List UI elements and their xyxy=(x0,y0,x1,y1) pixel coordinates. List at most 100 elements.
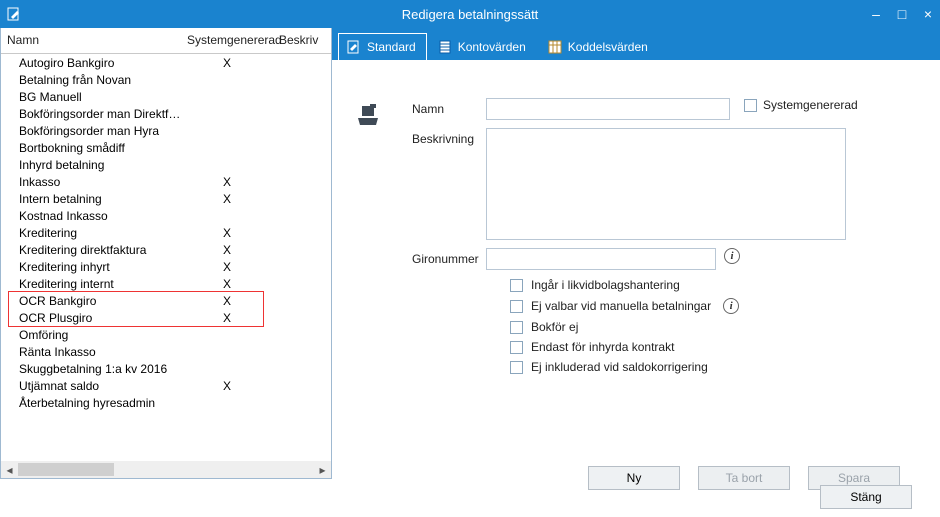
tab-kontovarden-label: Kontovärden xyxy=(458,40,526,54)
col-header-name[interactable]: Namn xyxy=(1,28,181,53)
tab-koddelsvarden-label: Koddelsvärden xyxy=(568,40,648,54)
table-row[interactable]: Betalning från Novan xyxy=(1,71,331,88)
table-row[interactable]: Autogiro BankgiroX xyxy=(1,54,331,71)
tab-kontovarden[interactable]: Kontovärden xyxy=(429,33,537,60)
tab-standard-label: Standard xyxy=(367,40,416,54)
systemgenerated-checkbox[interactable] xyxy=(744,99,757,112)
table-row[interactable]: BG Manuell xyxy=(1,88,331,105)
table-row[interactable]: Bokföringsorder man Hyra xyxy=(1,122,331,139)
bokfor-ej-label: Bokför ej xyxy=(531,320,578,334)
cell-name: Betalning från Novan xyxy=(1,73,181,87)
name-input[interactable] xyxy=(486,98,730,120)
close-window-button[interactable]: × xyxy=(920,6,936,22)
table-row[interactable]: Bortbokning smådiff xyxy=(1,139,331,156)
edit-icon xyxy=(4,4,24,24)
col-header-systemgenerated[interactable]: Systemgenererad xyxy=(181,28,273,53)
window-titlebar: Redigera betalningssätt – □ × xyxy=(0,0,940,28)
inhyrda-checkbox[interactable] xyxy=(510,341,523,354)
table-row[interactable]: Kostnad Inkasso xyxy=(1,207,331,224)
cell-systemgenerated: X xyxy=(181,260,273,274)
scroll-left-arrow-icon[interactable]: ◂ xyxy=(1,461,18,478)
table-row[interactable]: Skuggbetalning 1:a kv 2016 xyxy=(1,360,331,377)
description-input[interactable] xyxy=(486,128,846,240)
table-row[interactable]: Bokföringsorder man Direktfakt xyxy=(1,105,331,122)
table-row[interactable]: OCR PlusgiroX xyxy=(1,309,331,326)
kontovarden-tab-icon xyxy=(438,40,452,54)
gironummer-input[interactable] xyxy=(486,248,716,270)
detail-panel: Standard Kontovärden Koddelsvärden xyxy=(332,28,940,479)
name-label: Namn xyxy=(412,98,486,116)
minimize-button[interactable]: – xyxy=(868,6,884,22)
window-title: Redigera betalningssätt xyxy=(402,7,539,22)
scrollbar-thumb[interactable] xyxy=(18,463,114,476)
maximize-button[interactable]: □ xyxy=(894,6,910,22)
table-row[interactable]: Omföring xyxy=(1,326,331,343)
systemgenerated-label: Systemgenererad xyxy=(763,98,858,112)
cell-systemgenerated: X xyxy=(181,192,273,206)
likvidbolag-checkbox[interactable] xyxy=(510,279,523,292)
table-row[interactable]: Utjämnat saldoX xyxy=(1,377,331,394)
cell-name: Omföring xyxy=(1,328,181,342)
tab-koddelsvarden[interactable]: Koddelsvärden xyxy=(539,33,659,60)
scroll-right-arrow-icon[interactable]: ▸ xyxy=(314,461,331,478)
info-icon[interactable]: i xyxy=(723,298,739,314)
payment-methods-table: Namn Systemgenererad Beskriv Autogiro Ba… xyxy=(0,28,332,479)
cell-name: Kreditering internt xyxy=(1,277,181,291)
standard-tab-icon xyxy=(347,40,361,54)
cell-name: Kreditering direktfaktura xyxy=(1,243,181,257)
table-row[interactable]: Inhyrd betalning xyxy=(1,156,331,173)
cell-systemgenerated: X xyxy=(181,311,273,325)
cell-systemgenerated: X xyxy=(181,379,273,393)
cell-name: Ränta Inkasso xyxy=(1,345,181,359)
cell-systemgenerated: X xyxy=(181,226,273,240)
description-label: Beskrivning xyxy=(412,128,486,146)
cell-name: Inhyrd betalning xyxy=(1,158,181,172)
ej-valbar-label: Ej valbar vid manuella betalningar xyxy=(531,299,711,313)
cell-systemgenerated: X xyxy=(181,277,273,291)
saldo-label: Ej inkluderad vid saldokorrigering xyxy=(531,360,708,374)
cell-systemgenerated: X xyxy=(181,175,273,189)
cell-name: Kreditering xyxy=(1,226,181,240)
cell-name: Bortbokning smådiff xyxy=(1,141,181,155)
table-row[interactable]: KrediteringX xyxy=(1,224,331,241)
close-button[interactable]: Stäng xyxy=(820,485,912,509)
table-row[interactable]: Ränta Inkasso xyxy=(1,343,331,360)
dialog-footer: Stäng xyxy=(0,479,940,517)
table-row[interactable]: OCR BankgiroX xyxy=(1,292,331,309)
cell-name: Bokföringsorder man Direktfakt xyxy=(1,107,181,121)
table-row[interactable]: Kreditering inhyrtX xyxy=(1,258,331,275)
tab-standard[interactable]: Standard xyxy=(338,33,427,60)
cell-name: Skuggbetalning 1:a kv 2016 xyxy=(1,362,181,376)
gironummer-label: Gironummer xyxy=(412,248,486,266)
horizontal-scrollbar[interactable]: ◂ ▸ xyxy=(1,461,331,478)
cell-name: Utjämnat saldo xyxy=(1,379,181,393)
cell-name: Autogiro Bankgiro xyxy=(1,56,181,70)
table-row[interactable]: Kreditering interntX xyxy=(1,275,331,292)
saldo-checkbox[interactable] xyxy=(510,361,523,374)
table-row[interactable]: Kreditering direktfakturaX xyxy=(1,241,331,258)
cash-register-icon xyxy=(356,104,380,128)
ej-valbar-checkbox[interactable] xyxy=(510,300,523,313)
koddelsvarden-tab-icon xyxy=(548,40,562,54)
cell-name: Bokföringsorder man Hyra xyxy=(1,124,181,138)
col-header-description[interactable]: Beskriv xyxy=(273,28,331,53)
info-icon[interactable]: i xyxy=(724,248,740,264)
cell-name: Intern betalning xyxy=(1,192,181,206)
cell-systemgenerated: X xyxy=(181,243,273,257)
cell-name: Återbetalning hyresadmin xyxy=(1,396,181,410)
bokfor-ej-checkbox[interactable] xyxy=(510,321,523,334)
table-row[interactable]: InkassoX xyxy=(1,173,331,190)
cell-name: Kreditering inhyrt xyxy=(1,260,181,274)
table-row[interactable]: Intern betalningX xyxy=(1,190,331,207)
cell-systemgenerated: X xyxy=(181,294,273,308)
cell-name: BG Manuell xyxy=(1,90,181,104)
cell-name: Inkasso xyxy=(1,175,181,189)
table-row[interactable]: Återbetalning hyresadmin xyxy=(1,394,331,411)
cell-name: Kostnad Inkasso xyxy=(1,209,181,223)
table-header: Namn Systemgenererad Beskriv xyxy=(1,28,331,54)
cell-systemgenerated: X xyxy=(181,56,273,70)
cell-name: OCR Plusgiro xyxy=(1,311,181,325)
cell-name: OCR Bankgiro xyxy=(1,294,181,308)
tab-bar: Standard Kontovärden Koddelsvärden xyxy=(332,28,940,60)
inhyrda-label: Endast för inhyrda kontrakt xyxy=(531,340,674,354)
